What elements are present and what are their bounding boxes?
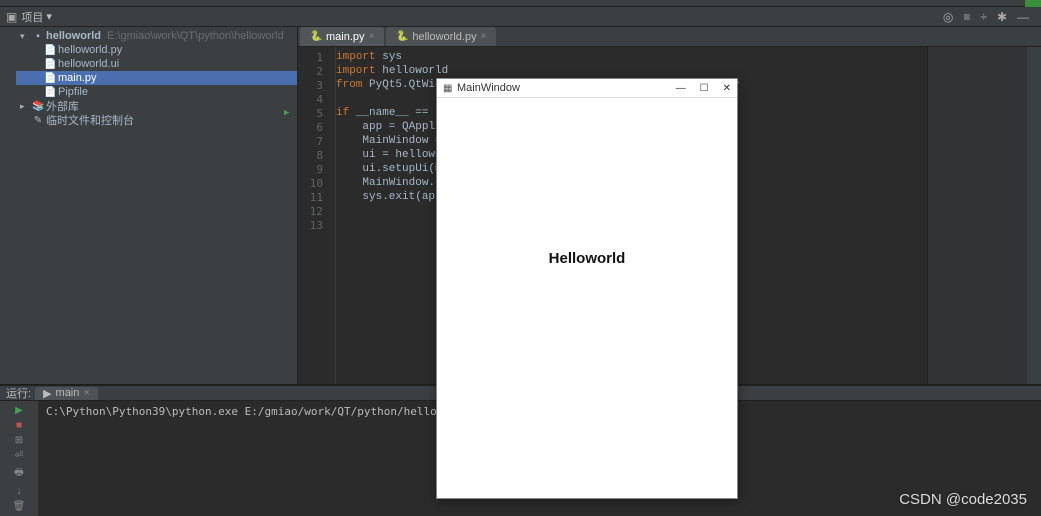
close-icon[interactable]: × (369, 31, 375, 42)
tree-file-active[interactable]: 📄 main.py (16, 71, 297, 85)
tree-file-label: helloworld.py (58, 44, 122, 56)
expand-icon[interactable]: ≡ (963, 10, 970, 24)
editor-right-margin (927, 47, 1027, 384)
line-number: 3 (298, 79, 335, 93)
tree-root-label: helloworld (46, 30, 101, 42)
line-number: 2 (298, 65, 335, 79)
line-number: 12 (298, 205, 335, 219)
left-gutter (0, 27, 16, 384)
line-number: 10 (298, 177, 335, 191)
maximize-button[interactable]: ☐ (700, 83, 709, 94)
target-icon[interactable]: ◎ (943, 10, 953, 24)
soft-wrap-icon[interactable]: ⏎ (15, 450, 23, 461)
close-icon[interactable]: × (481, 31, 487, 42)
project-tree[interactable]: ▾ ▪ helloworld E:\gmiao\work\QT\python\h… (16, 27, 298, 384)
tree-scratches[interactable]: ✎ 临时文件和控制台 (16, 113, 297, 127)
stop-icon[interactable]: ■ (16, 420, 22, 431)
scroll-icon[interactable]: ↓ (17, 486, 22, 497)
tree-file[interactable]: 📄 helloworld.ui (16, 57, 297, 71)
collapse-icon[interactable]: ▾ (20, 31, 30, 42)
gear-icon[interactable]: ✱ (997, 10, 1007, 24)
python-icon: ▶ (43, 387, 51, 400)
editor-tabstrip: 🐍 main.py × 🐍 helloworld.py × (298, 27, 1041, 47)
python-file-icon: 🐍 (396, 31, 408, 42)
chevron-down-icon: ▾ (46, 10, 52, 23)
view-dropdown-label: 项目 (21, 9, 43, 25)
tab-label: helloworld.py (412, 31, 476, 43)
collapse-icon[interactable]: ÷ (980, 10, 987, 24)
tree-scratches-label: 临时文件和控制台 (46, 112, 134, 128)
project-icon: ▣ (6, 10, 17, 24)
app-icon: ▦ (443, 83, 457, 94)
folder-icon: ▪ (32, 31, 44, 42)
editor-tab-main[interactable]: 🐍 main.py × (300, 27, 384, 46)
python-file-icon: 📄 (44, 45, 56, 56)
close-button[interactable]: ✕ (723, 83, 731, 94)
rerun-icon[interactable]: ▶ (15, 405, 23, 416)
line-number: 6 (298, 121, 335, 135)
line-number: 11 (298, 191, 335, 205)
python-file-icon: 🐍 (310, 31, 322, 42)
app-body: Helloworld (437, 98, 737, 498)
tree-root-path: E:\gmiao\work\QT\python\helloworld (107, 30, 284, 42)
tree-file-label: main.py (58, 72, 97, 84)
tree-file[interactable]: 📄 helloworld.py (16, 43, 297, 57)
close-icon[interactable]: × (83, 387, 89, 399)
line-number: 7 (298, 135, 335, 149)
run-gutter-icon[interactable]: ▶ (284, 108, 289, 118)
trash-icon[interactable]: 🗑 (13, 501, 26, 512)
tree-root[interactable]: ▾ ▪ helloworld E:\gmiao\work\QT\python\h… (16, 29, 297, 43)
line-number-gutter: 12345▶678910111213 (298, 47, 336, 384)
tree-file-label: helloworld.ui (58, 58, 119, 70)
line-number: 13 (298, 219, 335, 233)
hide-icon[interactable]: — (1017, 10, 1029, 24)
watermark: CSDN @code2035 (899, 491, 1027, 508)
editor-minimap-gutter (1027, 47, 1041, 384)
scratch-icon: ✎ (32, 115, 44, 126)
view-dropdown[interactable]: 项目 ▾ (21, 9, 52, 25)
line-number: 1 (298, 51, 335, 65)
ui-file-icon: 📄 (44, 59, 56, 70)
code-line[interactable]: import sys (336, 51, 927, 65)
run-tab[interactable]: ▶ main × (35, 387, 98, 400)
tree-file-label: Pipfile (58, 86, 88, 98)
code-line[interactable]: import helloworld (336, 65, 927, 79)
tree-file[interactable]: 📄 Pipfile (16, 85, 297, 99)
hello-label: Helloworld (549, 250, 626, 267)
line-number: 8 (298, 149, 335, 163)
line-number: 9 (298, 163, 335, 177)
run-toolbar: ▶ ■ ⊞ ⏎ 🖶 ↓ 🗑 (0, 401, 38, 516)
tab-label: main.py (326, 31, 365, 43)
minimize-button[interactable]: — (676, 83, 686, 94)
print-icon[interactable]: 🖶 (14, 465, 23, 482)
run-tab-label: main (56, 387, 80, 399)
library-icon: 📚 (32, 101, 44, 112)
file-icon: 📄 (44, 87, 56, 98)
editor-tab-helloworld[interactable]: 🐍 helloworld.py × (386, 27, 496, 46)
line-number: 4 (298, 93, 335, 107)
window-title: MainWindow (457, 82, 520, 94)
titlebar[interactable]: ▦ MainWindow — ☐ ✕ (437, 79, 737, 98)
top-toolbar: ▣ 项目 ▾ ◎ ≡ ÷ ✱ — (0, 7, 1041, 27)
app-window[interactable]: ▦ MainWindow — ☐ ✕ Helloworld (436, 78, 738, 499)
line-number: 5▶ (298, 107, 335, 121)
tree-external[interactable]: ▸ 📚 外部库 (16, 99, 297, 113)
expand-icon[interactable]: ▸ (20, 101, 30, 112)
layout-icon[interactable]: ⊞ (15, 435, 23, 446)
python-file-icon: 📄 (44, 73, 56, 84)
status-indicator (1025, 0, 1041, 7)
run-panel-label: 运行: (6, 385, 31, 401)
